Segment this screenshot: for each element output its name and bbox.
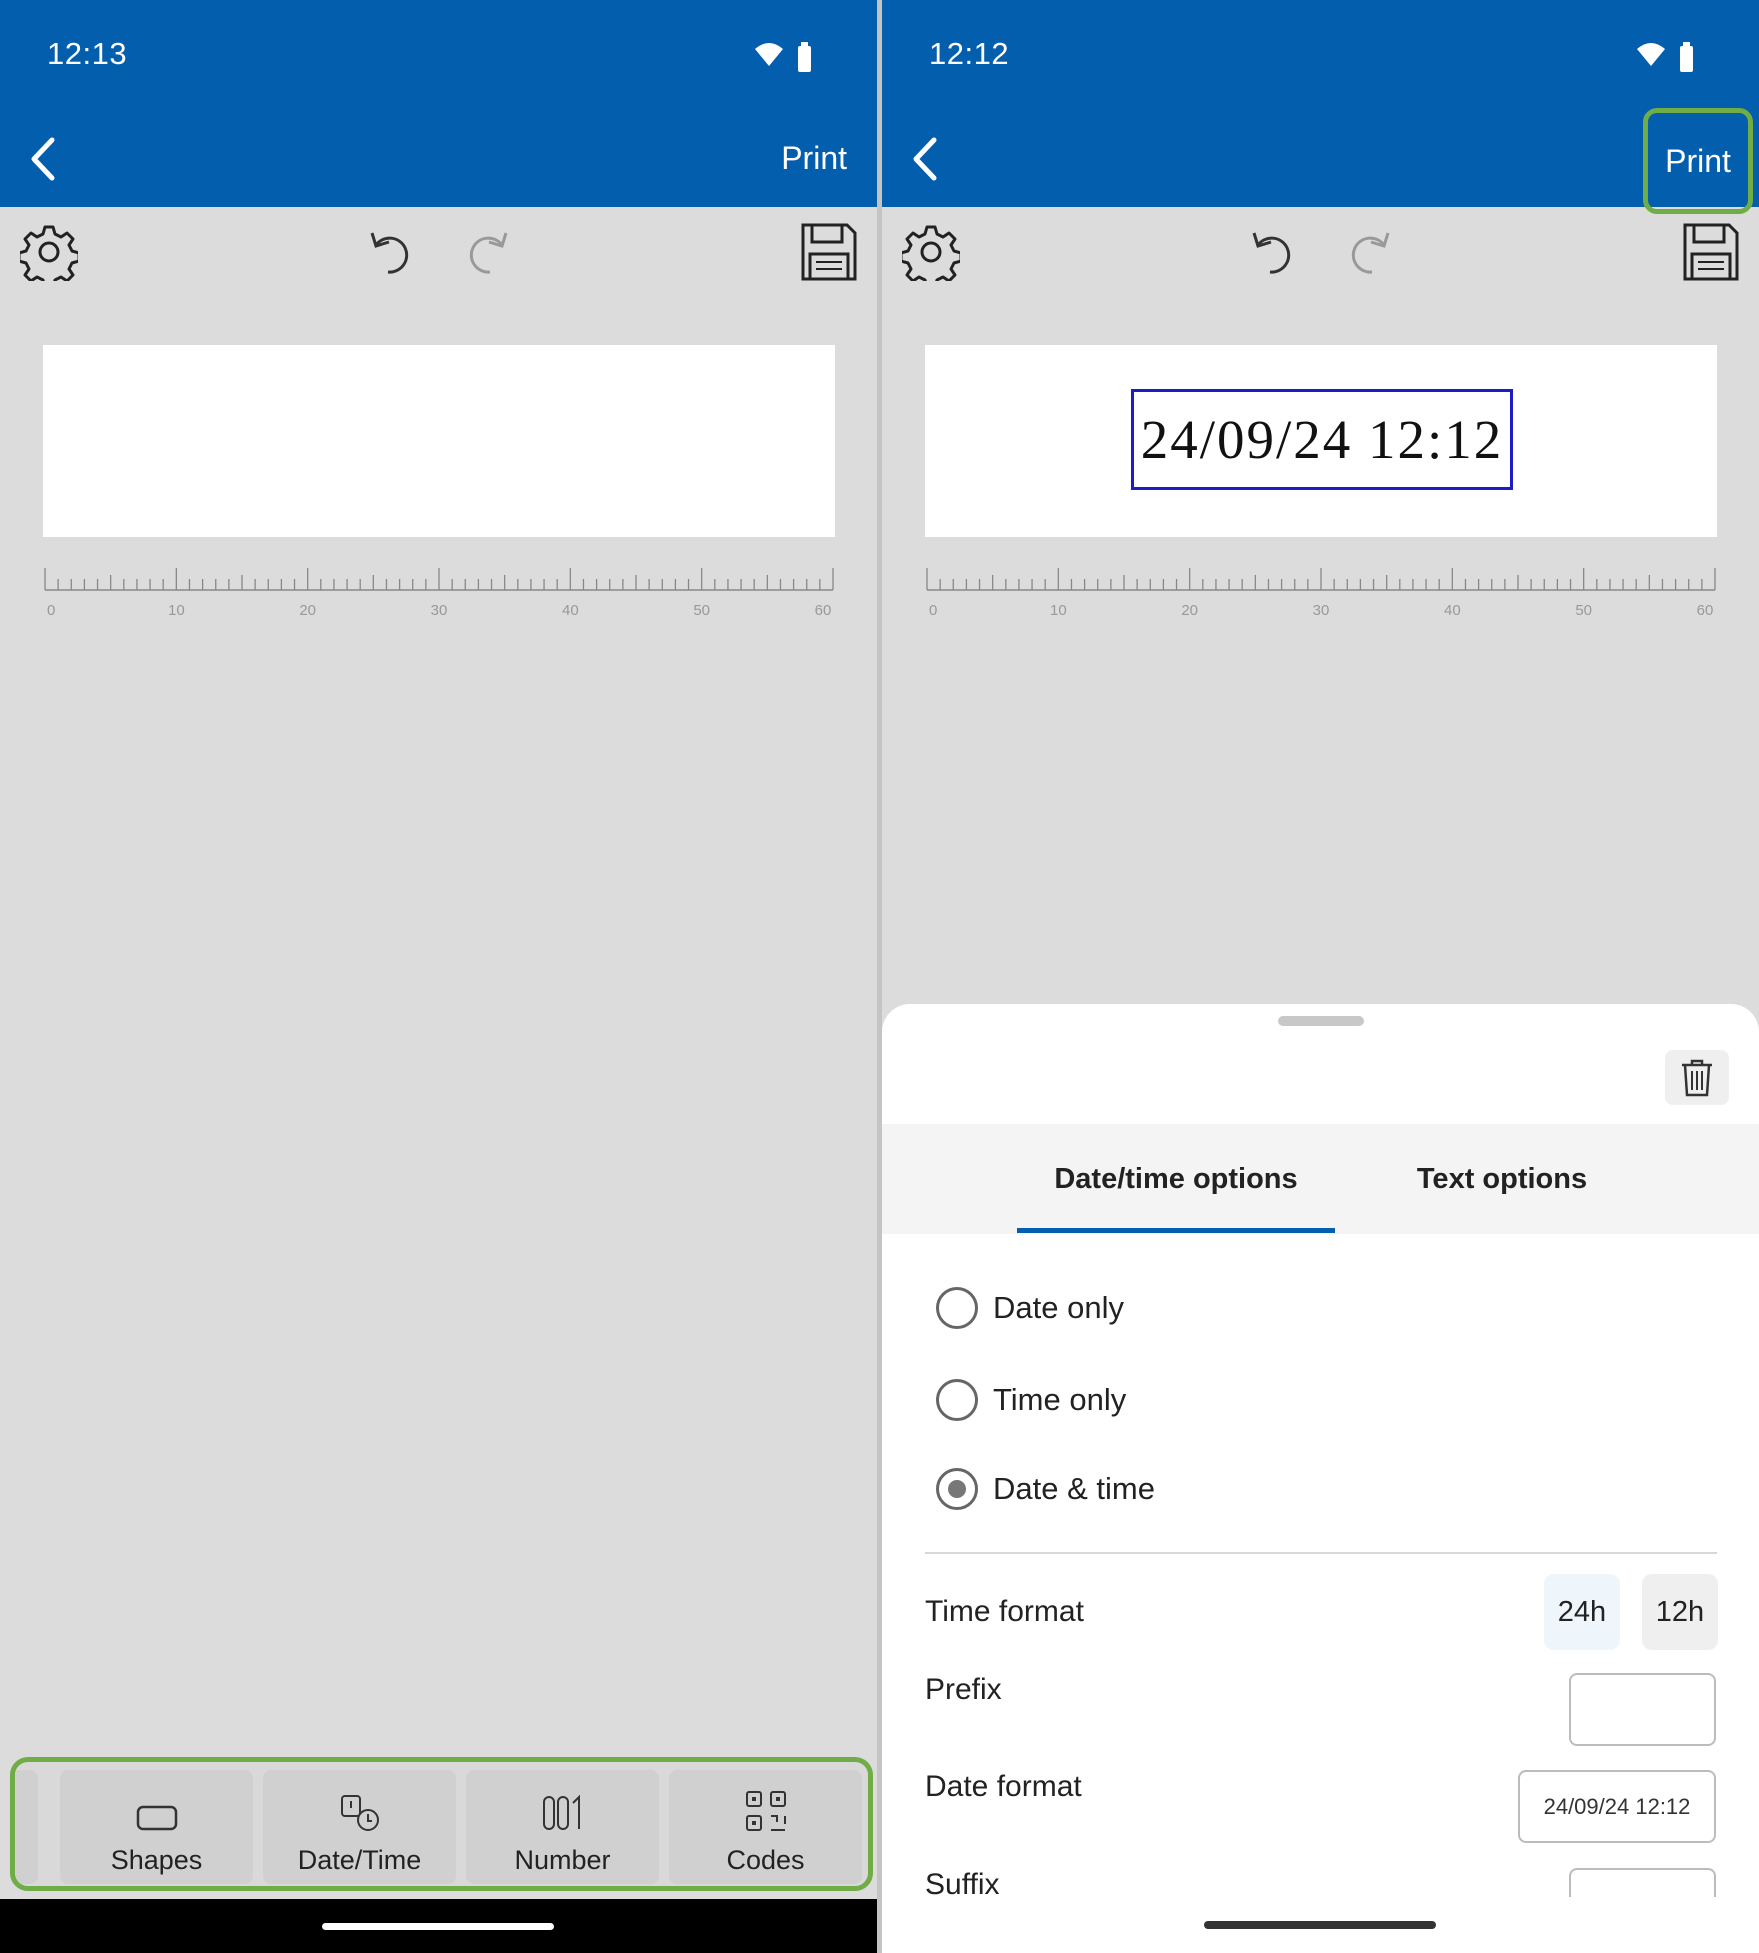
insert-toolbar: Shapes Date/Time Number Codes	[10, 1757, 873, 1891]
back-arrow-icon[interactable]	[22, 130, 66, 188]
ruler-tick-label: 0	[47, 602, 55, 619]
active-tab-indicator	[1017, 1228, 1335, 1233]
home-gesture-handle[interactable]	[1204, 1921, 1436, 1929]
insert-datetime-button[interactable]: Date/Time	[263, 1770, 456, 1884]
wifi-icon	[755, 43, 783, 66]
radio-label: Date only	[993, 1290, 1124, 1325]
wifi-icon	[1637, 43, 1665, 66]
editor-toolbar	[882, 207, 1759, 297]
insert-item-label: Date/Time	[297, 1845, 422, 1875]
insert-item-hidden[interactable]	[15, 1770, 38, 1884]
app-bar: 12:13 Print	[0, 0, 877, 207]
insert-codes-button[interactable]: Codes	[669, 1770, 862, 1884]
number-icon	[542, 1794, 580, 1830]
ruler-tick-label: 60	[815, 602, 832, 619]
insert-item-label: Shapes	[110, 1845, 203, 1875]
radio-button[interactable]	[936, 1287, 978, 1329]
ruler-tick-label: 20	[1181, 602, 1198, 619]
insert-number-button[interactable]: Number	[466, 1770, 659, 1884]
editor-toolbar	[0, 207, 877, 297]
label-canvas[interactable]	[43, 345, 835, 537]
radio-button-checked[interactable]	[936, 1468, 978, 1510]
print-button[interactable]: Print	[1665, 143, 1731, 180]
delete-button[interactable]	[1665, 1050, 1729, 1105]
label-canvas[interactable]: 24/09/24 12:12	[925, 345, 1717, 537]
datetime-element[interactable]: 24/09/24 12:12	[1131, 389, 1513, 490]
date-format-label: Date format	[925, 1770, 1082, 1803]
app-bar: 12:12 Print	[882, 0, 1759, 214]
undo-icon[interactable]	[368, 227, 414, 277]
divider	[925, 1552, 1717, 1554]
prefix-label: Prefix	[925, 1673, 1002, 1706]
system-nav-bar	[0, 1899, 877, 1953]
settings-gear-icon[interactable]	[20, 223, 78, 281]
ruler-tick-label: 60	[1697, 602, 1714, 619]
tab-datetime-options[interactable]: Date/time options	[1017, 1124, 1335, 1234]
undo-icon[interactable]	[1250, 227, 1296, 277]
time-format-24h-button[interactable]: 24h	[1544, 1574, 1620, 1650]
status-time: 12:13	[47, 36, 128, 71]
time-format-label: Time format	[925, 1595, 1084, 1628]
sheet-drag-handle[interactable]	[1278, 1016, 1364, 1026]
redo-icon[interactable]	[464, 227, 510, 277]
insert-item-label: Codes	[726, 1845, 805, 1875]
shapes-icon	[136, 1805, 177, 1831]
insert-shapes-button[interactable]: Shapes	[60, 1770, 253, 1884]
battery-icon	[1680, 46, 1693, 72]
qr-codes-icon	[745, 1791, 786, 1831]
status-icons	[755, 42, 811, 72]
ruler-tick-label: 10	[1050, 602, 1067, 619]
radio-label: Date & time	[993, 1471, 1155, 1506]
ruler-tick-label: 0	[929, 602, 937, 619]
ruler-tick-label: 10	[168, 602, 185, 619]
time-format-12h-button[interactable]: 12h	[1642, 1574, 1718, 1650]
right-screen: 12:12 Print 24/09/24 12:12 0 10 20 30 40…	[882, 0, 1759, 1953]
ruler-tick-label: 40	[1444, 602, 1461, 619]
home-gesture-handle[interactable]	[322, 1923, 554, 1930]
radio-date-and-time[interactable]: Date & time	[936, 1468, 1155, 1510]
ruler-tick-label: 50	[693, 602, 710, 619]
status-time: 12:12	[929, 36, 1010, 71]
ruler-tick-label: 30	[431, 602, 448, 619]
radio-date-only[interactable]: Date only	[936, 1287, 1124, 1329]
redo-icon[interactable]	[1346, 227, 1392, 277]
date-format-field[interactable]: 24/09/24 12:12	[1518, 1770, 1716, 1843]
status-icons	[1637, 42, 1693, 72]
radio-time-only[interactable]: Time only	[936, 1379, 1126, 1421]
radio-label: Time only	[993, 1382, 1127, 1417]
options-tabs: Date/time options Text options	[882, 1124, 1759, 1234]
datetime-icon	[340, 1795, 379, 1831]
ruler-tick-label: 40	[562, 602, 579, 619]
save-floppy-icon[interactable]	[800, 222, 858, 282]
back-arrow-icon[interactable]	[904, 130, 948, 188]
radio-button[interactable]	[936, 1379, 978, 1421]
prefix-input[interactable]	[1569, 1673, 1716, 1746]
trash-icon	[1682, 1059, 1712, 1096]
settings-gear-icon[interactable]	[902, 223, 960, 281]
ruler: 0 10 20 30 40 50 60	[926, 568, 1716, 619]
print-button-highlight[interactable]: Print	[1643, 108, 1753, 214]
ruler-tick-label: 30	[1313, 602, 1330, 619]
options-bottom-sheet: Date/time options Text options Date only…	[882, 1004, 1759, 1953]
save-floppy-icon[interactable]	[1682, 222, 1740, 282]
left-screen: 12:13 Print 010 20 30 40 50 60 Shapes Da…	[0, 0, 877, 1953]
ruler-tick-label: 50	[1575, 602, 1592, 619]
ruler: 0 10 20 30 40 50 60	[44, 568, 834, 619]
tab-text-options[interactable]: Text options	[1382, 1124, 1622, 1234]
ruler-tick-label: 20	[299, 602, 316, 619]
insert-item-label: Number	[514, 1845, 611, 1875]
battery-icon	[798, 46, 811, 72]
print-button[interactable]: Print	[781, 140, 847, 177]
